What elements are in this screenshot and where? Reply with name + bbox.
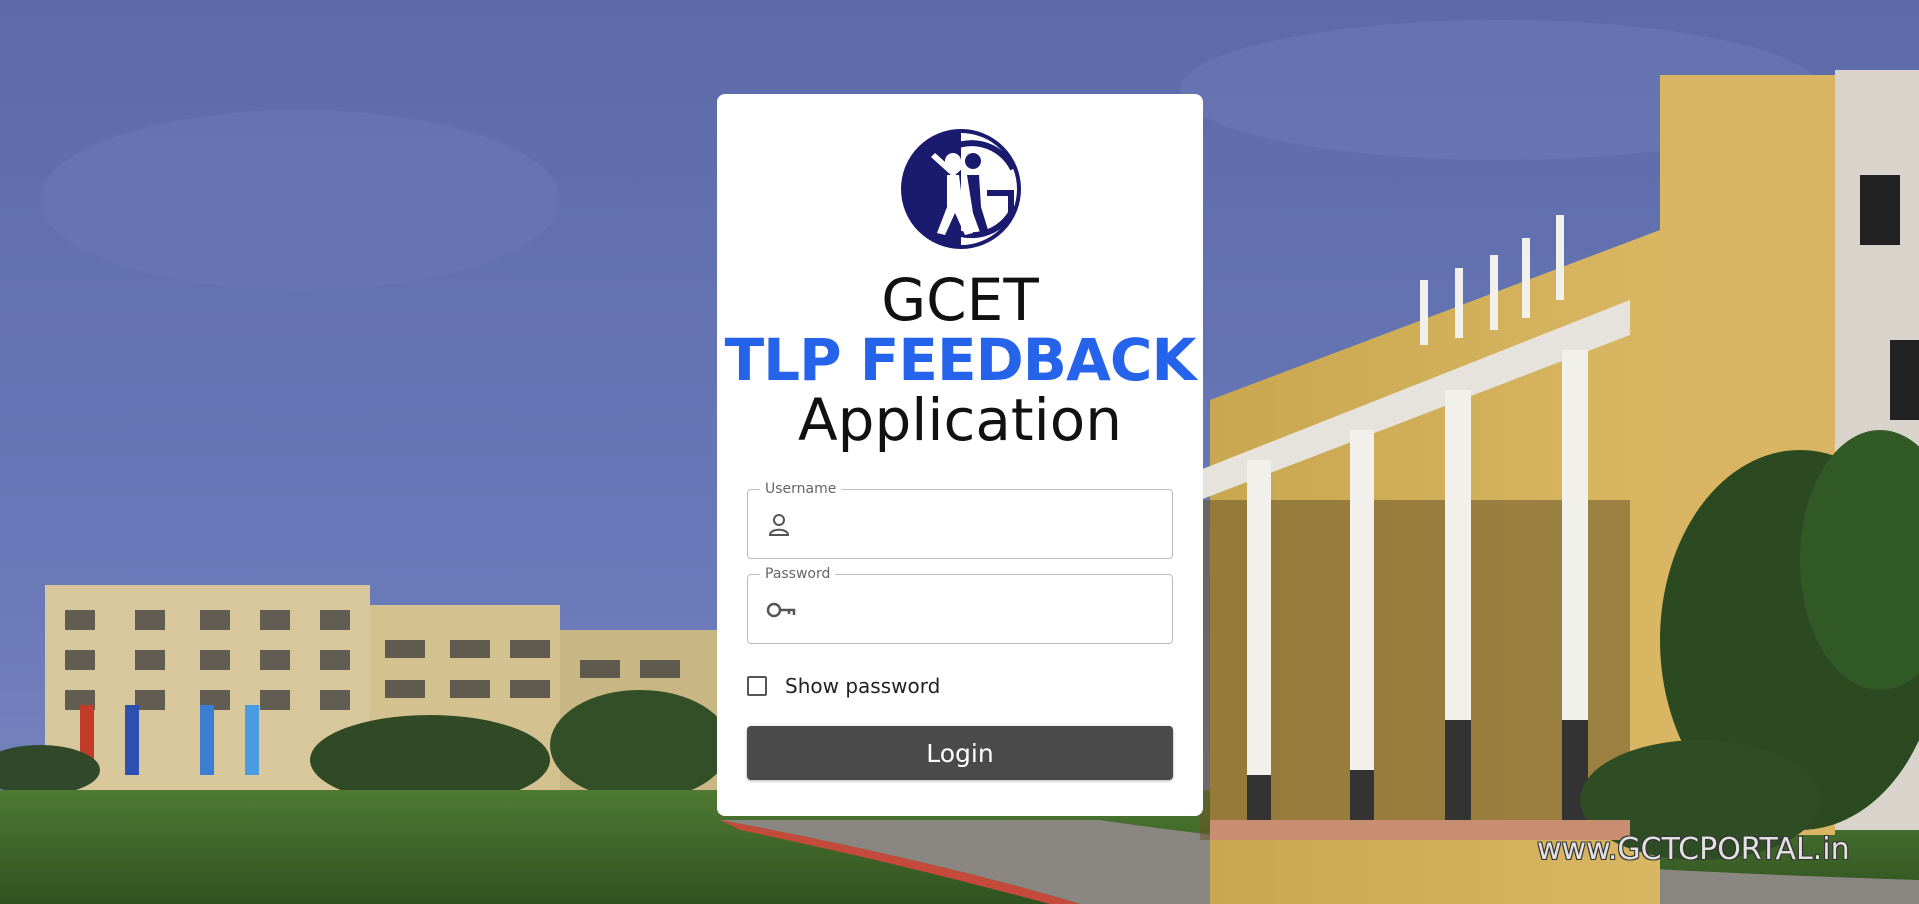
- password-label: Password: [760, 565, 836, 583]
- username-label: Username: [760, 480, 842, 498]
- password-input[interactable]: [808, 587, 1162, 633]
- show-password-row[interactable]: Show password: [747, 672, 940, 700]
- person-icon: [766, 512, 792, 538]
- login-button[interactable]: Login: [747, 726, 1173, 780]
- title-line-tlp-feedback: TLP FEEDBACK: [724, 326, 1197, 394]
- password-field[interactable]: Password: [747, 565, 1173, 644]
- app-title: GCET TLP FEEDBACK Application: [717, 270, 1203, 450]
- show-password-checkbox[interactable]: [747, 676, 767, 696]
- username-input[interactable]: [808, 502, 1162, 548]
- gcet-logo-icon: [901, 129, 1021, 249]
- show-password-label[interactable]: Show password: [785, 674, 940, 698]
- site-watermark: www.GCTCPORTAL.in: [1537, 832, 1850, 867]
- title-line-gcet: GCET: [881, 266, 1039, 334]
- title-line-application: Application: [797, 386, 1123, 454]
- key-icon: [766, 597, 796, 623]
- login-card: GCET TLP FEEDBACK Application Username P…: [717, 94, 1203, 816]
- username-field[interactable]: Username: [747, 480, 1173, 559]
